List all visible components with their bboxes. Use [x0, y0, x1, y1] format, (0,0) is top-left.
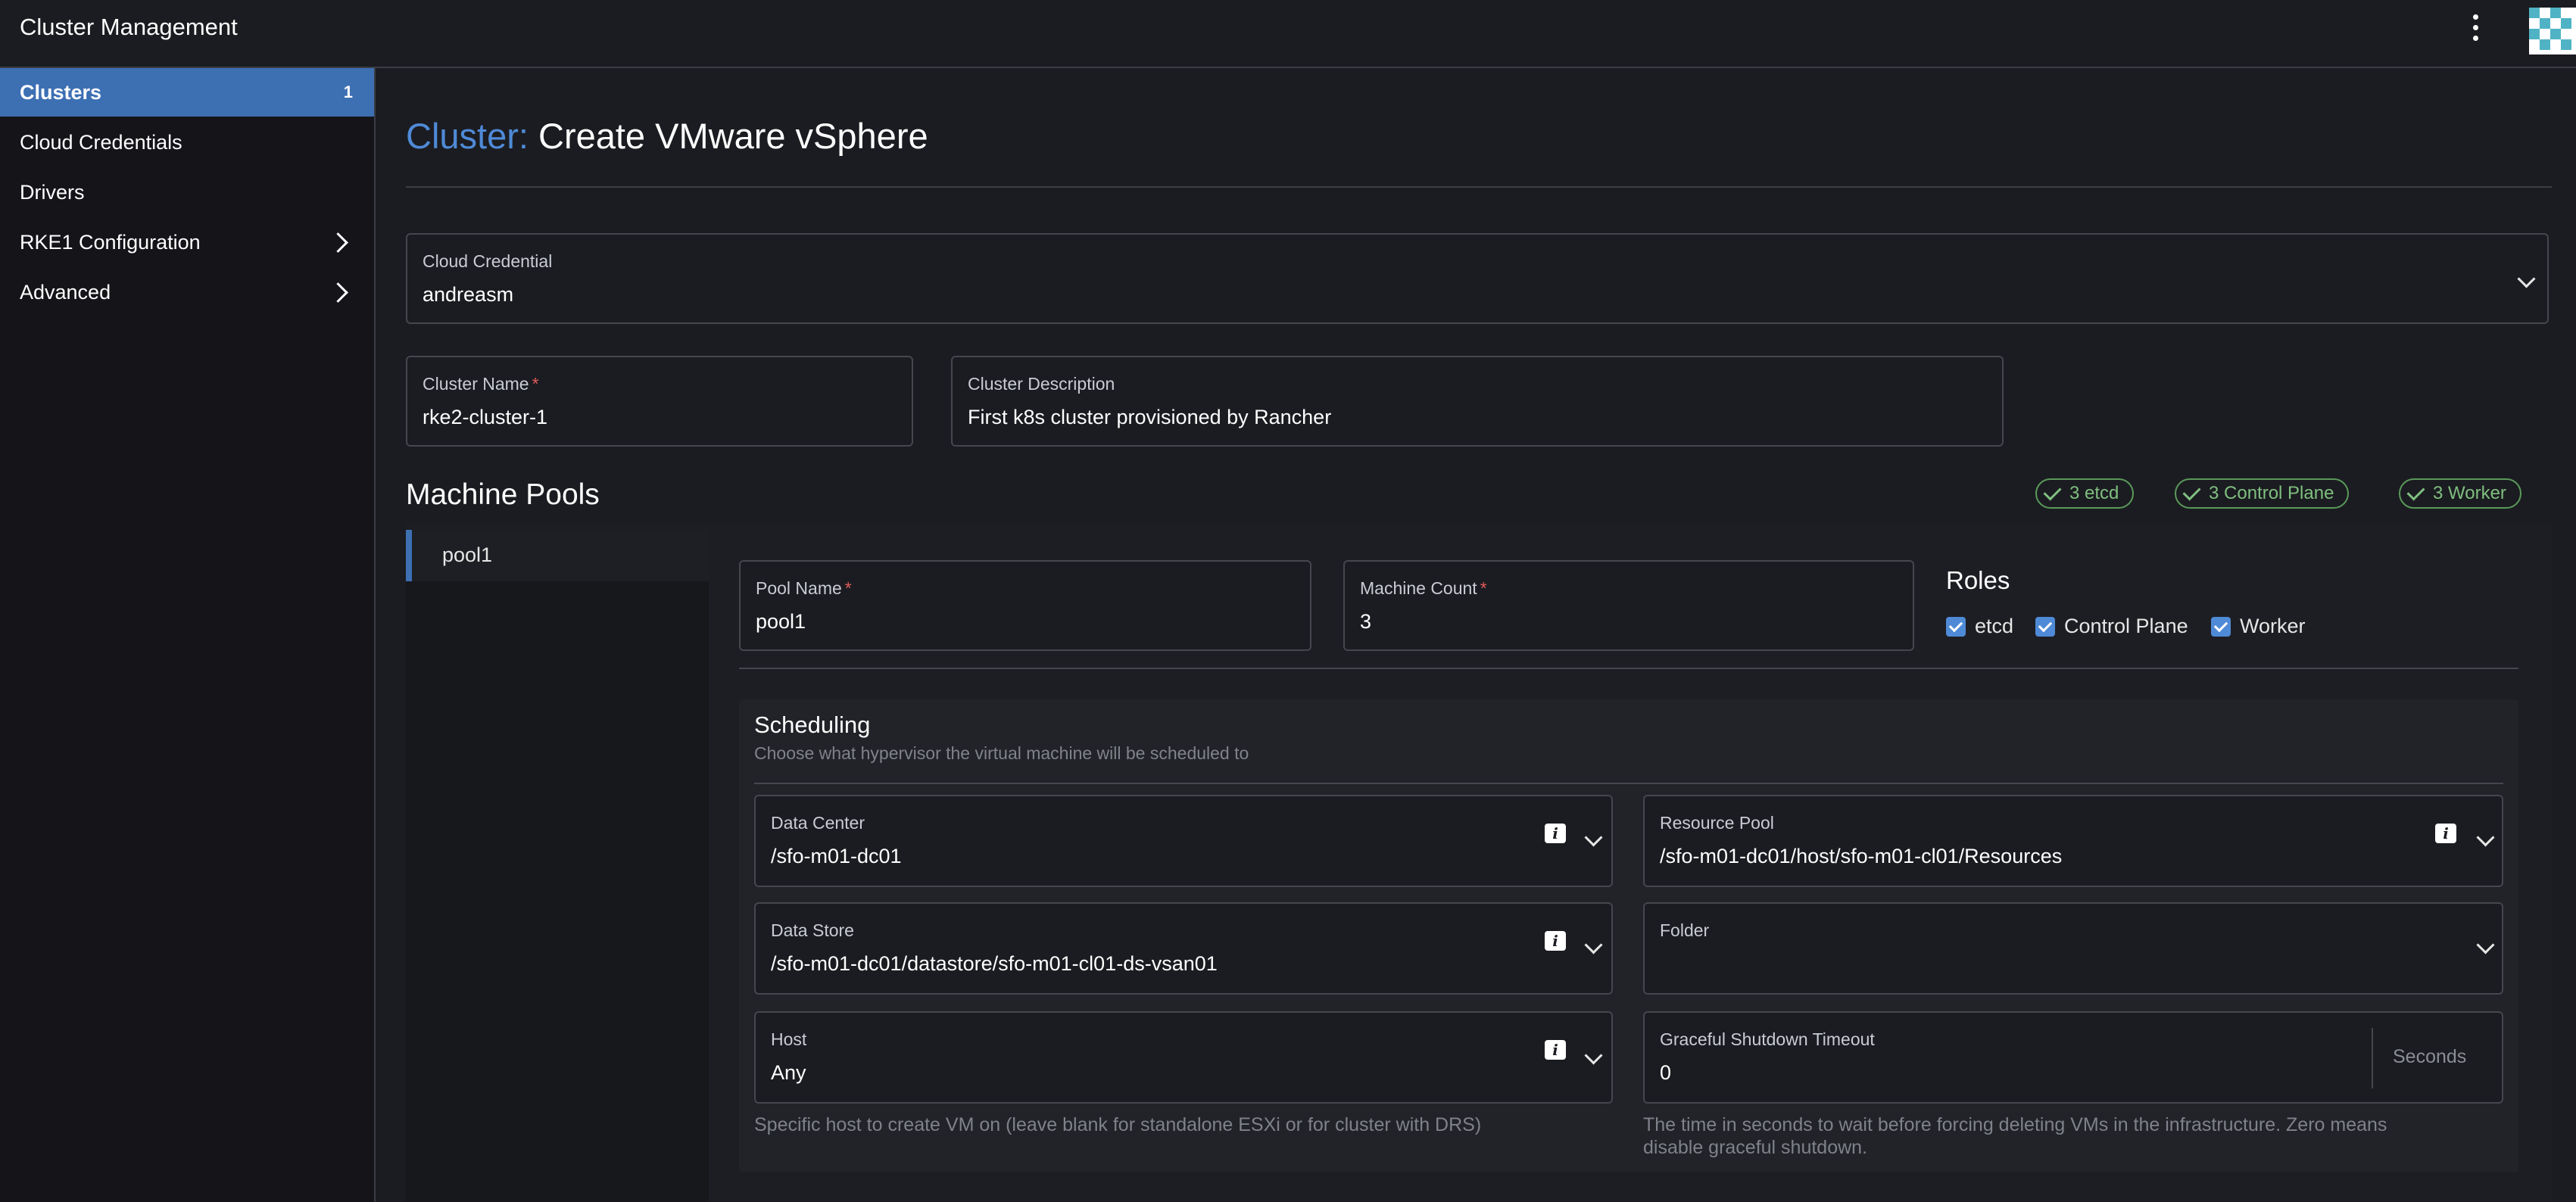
tab-pool1[interactable]: pool1 — [406, 530, 709, 581]
sidebar-item-advanced[interactable]: Advanced — [0, 268, 374, 316]
role-worker-checkbox[interactable]: Worker — [2211, 615, 2306, 638]
pool-tab-list — [406, 530, 709, 1202]
app-title: Cluster Management — [20, 14, 238, 40]
sidebar-item-label: Advanced — [20, 280, 111, 304]
sidebar-item-label: Cloud Credentials — [20, 130, 182, 154]
field-label: Host — [771, 1029, 807, 1049]
scheduling-title: Scheduling — [754, 712, 871, 738]
chevron-down-icon — [2476, 828, 2495, 847]
sidebar-item-label: Drivers — [20, 180, 85, 204]
chevron-down-icon — [2476, 936, 2495, 954]
chevron-right-icon — [328, 282, 348, 303]
divider — [754, 783, 2503, 784]
role-control-plane-checkbox[interactable]: Control Plane — [2035, 615, 2188, 638]
field-value: andreasm — [423, 283, 514, 306]
roles-title: Roles — [1946, 566, 2010, 594]
field-value: 0 — [1660, 1061, 1672, 1084]
more-options-icon[interactable] — [2461, 11, 2490, 44]
info-icon[interactable]: i — [1545, 824, 1566, 843]
cluster-name-input[interactable]: Cluster Name * rke2-cluster-1 — [406, 356, 913, 447]
scheduling-subtitle: Choose what hypervisor the virtual machi… — [754, 743, 1249, 763]
check-icon — [2182, 481, 2201, 501]
page-title: Cluster: Create VMware vSphere — [406, 112, 928, 160]
info-icon[interactable]: i — [1545, 1040, 1566, 1060]
data-center-select[interactable]: Data Center /sfo-m01-dc01 i — [754, 795, 1613, 887]
field-label: Folder — [1660, 920, 1710, 940]
field-label: Data Center — [771, 813, 865, 833]
chevron-down-icon — [1584, 1046, 1603, 1065]
field-value: /sfo-m01-dc01/host/sfo-m01-cl01/Resource… — [1660, 845, 2063, 867]
graceful-shutdown-help-line-1: The time in seconds to wait before forci… — [1643, 1114, 2387, 1135]
suffix-divider — [2372, 1028, 2373, 1088]
field-value: 3 — [1360, 610, 1372, 633]
graceful-shutdown-help-line-2: disable graceful shutdown. — [1643, 1137, 1868, 1158]
checkbox-checked-icon — [1946, 616, 1966, 637]
field-label: Resource Pool — [1660, 813, 1774, 833]
control-plane-count-badge: 3 Control Plane — [2175, 478, 2350, 509]
etcd-count-badge: 3 etcd — [2035, 478, 2135, 509]
sidebar-item-label: Clusters — [20, 80, 102, 104]
sidebar-item-label: RKE1 Configuration — [20, 230, 201, 254]
field-label: Data Store — [771, 920, 854, 940]
chevron-down-icon — [1584, 828, 1603, 847]
sidebar-item-clusters[interactable]: Clusters 1 — [0, 68, 374, 117]
field-value: rke2-cluster-1 — [423, 406, 548, 428]
resource-pool-select[interactable]: Resource Pool /sfo-m01-dc01/host/sfo-m01… — [1643, 795, 2503, 887]
sidebar-item-drivers[interactable]: Drivers — [0, 168, 374, 216]
host-select[interactable]: Host Any i — [754, 1011, 1613, 1104]
worker-count-badge: 3 Worker — [2399, 478, 2521, 509]
field-label: Cluster Name * — [423, 374, 539, 394]
field-label: Machine Count * — [1360, 578, 1487, 598]
field-value: pool1 — [756, 610, 806, 633]
top-header — [0, 0, 2576, 68]
user-avatar[interactable] — [2529, 8, 2576, 54]
sidebar-item-rke1-configuration[interactable]: RKE1 Configuration — [0, 218, 374, 266]
field-label: Graceful Shutdown Timeout — [1660, 1029, 1875, 1049]
info-icon[interactable]: i — [1545, 931, 1566, 951]
pool-name-input[interactable]: Pool Name * pool1 — [739, 560, 1311, 651]
machine-count-input[interactable]: Machine Count * 3 — [1343, 560, 1914, 651]
field-label: Cluster Description — [968, 374, 1115, 394]
divider — [406, 186, 2552, 188]
seconds-suffix: Seconds — [2393, 1046, 2467, 1067]
role-etcd-checkbox[interactable]: etcd — [1946, 615, 2013, 638]
check-icon — [2406, 481, 2425, 501]
check-icon — [2043, 481, 2062, 501]
field-value: First k8s cluster provisioned by Rancher — [968, 406, 1332, 428]
machine-pools-title: Machine Pools — [406, 478, 600, 511]
checkbox-checked-icon — [2211, 616, 2231, 637]
page-title-text: Create VMware vSphere — [538, 116, 928, 156]
graceful-shutdown-timeout-input[interactable]: Graceful Shutdown Timeout 0 Seconds — [1643, 1011, 2503, 1104]
clusters-count-badge: 1 — [343, 83, 353, 101]
chevron-right-icon — [328, 232, 348, 253]
chevron-down-icon — [1584, 936, 1603, 954]
divider — [739, 668, 2518, 669]
field-value: /sfo-m01-dc01/datastore/sfo-m01-cl01-ds-… — [771, 952, 1218, 975]
sidebar-item-cloud-credentials[interactable]: Cloud Credentials — [0, 118, 374, 167]
sidebar: Clusters 1 Cloud Credentials Drivers RKE… — [0, 68, 376, 1202]
field-value: /sfo-m01-dc01 — [771, 845, 902, 867]
cloud-credential-select[interactable]: Cloud Credential andreasm — [406, 233, 2549, 324]
chevron-down-icon — [2517, 269, 2536, 288]
info-icon[interactable]: i — [2435, 824, 2456, 843]
field-label: Cloud Credential — [423, 251, 553, 271]
page-title-prefix: Cluster: — [406, 116, 529, 156]
field-label: Pool Name * — [756, 578, 852, 598]
folder-select[interactable]: Folder — [1643, 902, 2503, 995]
checkbox-checked-icon — [2035, 616, 2055, 637]
cluster-description-input[interactable]: Cluster Description First k8s cluster pr… — [951, 356, 2004, 447]
field-value: Any — [771, 1061, 806, 1084]
host-help-text: Specific host to create VM on (leave bla… — [754, 1114, 1482, 1135]
data-store-select[interactable]: Data Store /sfo-m01-dc01/datastore/sfo-m… — [754, 902, 1613, 995]
